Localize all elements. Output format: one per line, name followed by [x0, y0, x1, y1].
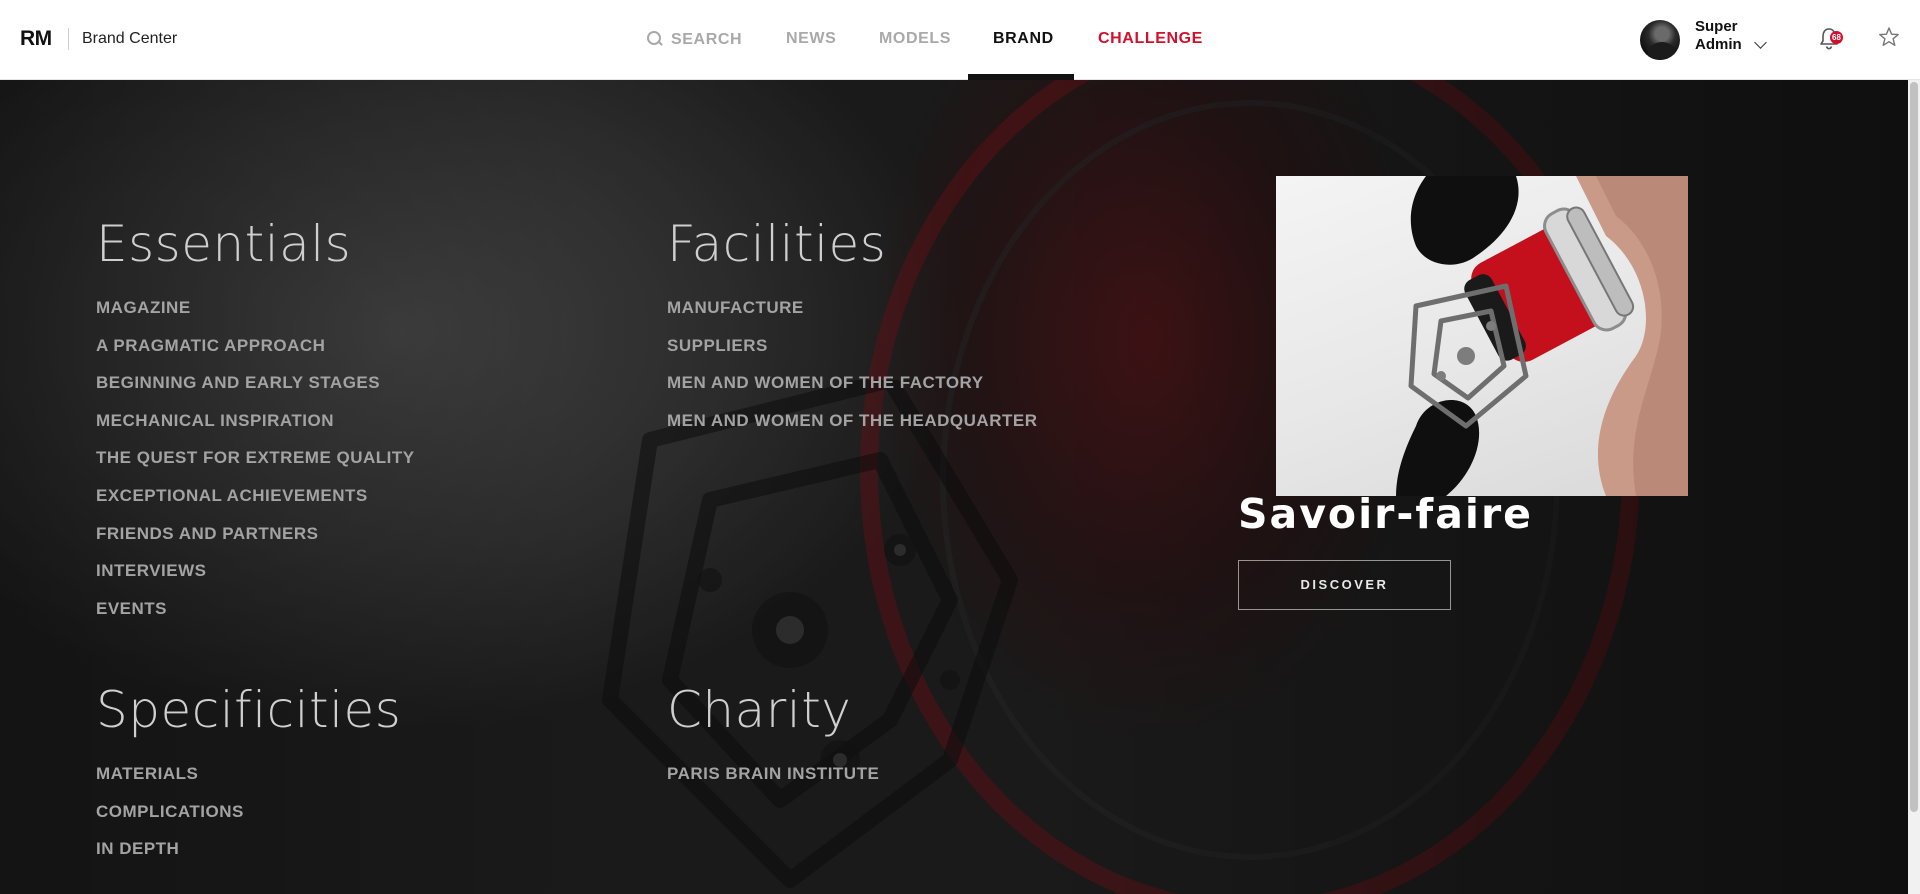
notifications-button[interactable]: 68	[1818, 27, 1843, 51]
nav-active-indicator	[968, 74, 1074, 80]
main-nav: SEARCH NEWS MODELS BRAND CHALLENGE	[0, 0, 1920, 80]
menu-link-in-depth[interactable]: IN DEPTH	[96, 839, 401, 859]
menu-link-friends-partners[interactable]: FRIENDS AND PARTNERS	[96, 524, 415, 544]
menu-column-facilities: Facilities MANUFACTURE SUPPLIERS MEN AND…	[667, 212, 1037, 448]
notification-count-badge: 68	[1830, 31, 1843, 44]
menu-link-interviews[interactable]: INTERVIEWS	[96, 561, 415, 581]
menu-link-pragmatic-approach[interactable]: A PRAGMATIC APPROACH	[96, 336, 415, 356]
column-heading-essentials: Essentials	[96, 215, 352, 273]
menu-link-extreme-quality[interactable]: THE QUEST FOR EXTREME QUALITY	[96, 448, 415, 468]
menu-link-materials[interactable]: MATERIALS	[96, 764, 401, 784]
avatar	[1640, 20, 1680, 60]
menu-column-charity: Charity PARIS BRAIN INSTITUTE	[667, 678, 879, 802]
nav-news[interactable]: NEWS	[786, 30, 836, 48]
user-name: Super Admin	[1695, 18, 1742, 53]
top-header: RM Brand Center SEARCH NEWS MODELS BRAND…	[0, 0, 1920, 80]
menu-link-suppliers[interactable]: SUPPLIERS	[667, 336, 1037, 356]
menu-column-essentials: Essentials MAGAZINE A PRAGMATIC APPROACH…	[96, 212, 415, 636]
menu-link-men-women-factory[interactable]: MEN AND WOMEN OF THE FACTORY	[667, 373, 1037, 393]
search-icon	[646, 30, 663, 47]
menu-link-manufacture[interactable]: MANUFACTURE	[667, 298, 1037, 318]
feature-title: Savoir-faire	[1238, 490, 1533, 538]
menu-link-magazine[interactable]: MAGAZINE	[96, 298, 415, 318]
page-scrollbar[interactable]	[1908, 80, 1920, 894]
menu-link-paris-brain-institute[interactable]: PARIS BRAIN INSTITUTE	[667, 764, 879, 784]
column-heading-charity: Charity	[667, 681, 852, 739]
column-heading-facilities: Facilities	[667, 215, 887, 273]
nav-search[interactable]: SEARCH	[646, 30, 742, 49]
column-heading-specificities: Specificities	[96, 681, 402, 739]
discover-button[interactable]: DISCOVER	[1238, 560, 1451, 610]
menu-link-men-women-headquarter[interactable]: MEN AND WOMEN OF THE HEADQUARTER	[667, 411, 1037, 431]
nav-brand[interactable]: BRAND	[993, 30, 1054, 48]
chevron-down-icon	[1754, 36, 1767, 49]
scrollbar-thumb[interactable]	[1910, 82, 1918, 812]
user-menu[interactable]: Super Admin	[1640, 18, 1770, 62]
nav-search-label: SEARCH	[671, 31, 743, 48]
star-icon	[1879, 27, 1899, 46]
feature-image[interactable]	[1276, 176, 1688, 496]
menu-link-events[interactable]: EVENTS	[96, 599, 415, 619]
favorites-button[interactable]	[1878, 26, 1900, 48]
nav-models[interactable]: MODELS	[879, 30, 951, 48]
menu-column-specificities: Specificities MATERIALS COMPLICATIONS IN…	[96, 678, 401, 877]
menu-link-exceptional-achievements[interactable]: EXCEPTIONAL ACHIEVEMENTS	[96, 486, 415, 506]
nav-challenge[interactable]: CHALLENGE	[1098, 30, 1203, 48]
menu-link-mechanical-inspiration[interactable]: MECHANICAL INSPIRATION	[96, 411, 415, 431]
menu-link-complications[interactable]: COMPLICATIONS	[96, 802, 401, 822]
brand-mega-menu: Essentials MAGAZINE A PRAGMATIC APPROACH…	[0, 80, 1908, 894]
menu-link-beginning-early-stages[interactable]: BEGINNING AND EARLY STAGES	[96, 373, 415, 393]
watchmaker-loupe-illustration	[1396, 176, 1688, 496]
